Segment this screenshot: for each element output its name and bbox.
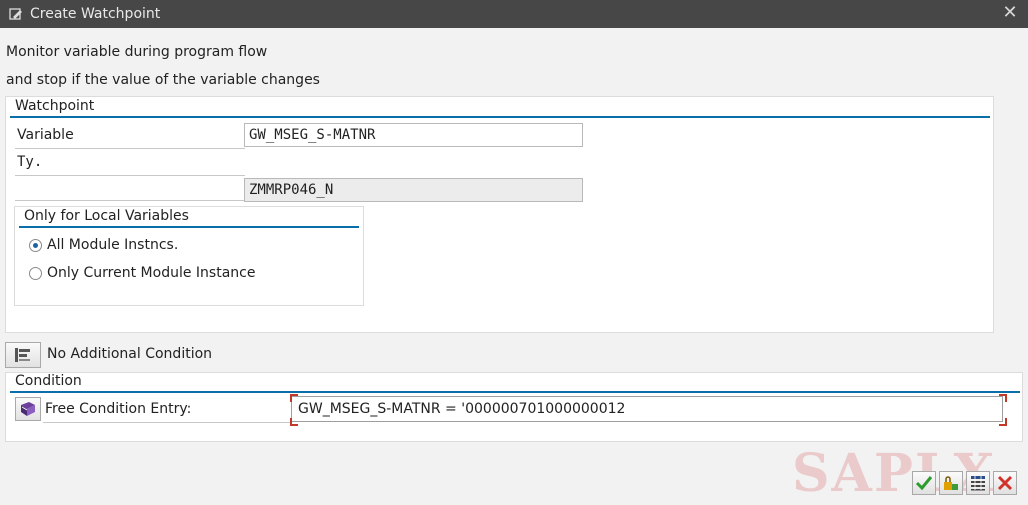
condition-group-title: Condition xyxy=(15,373,82,389)
lock-save-icon xyxy=(944,476,958,490)
input-bracket-bl xyxy=(290,418,298,426)
program-label-blank xyxy=(15,179,245,201)
condition-toggle-icon xyxy=(15,348,30,362)
watchpoint-group-underline xyxy=(10,116,990,118)
watchpoint-group: Watchpoint Variable GW_MSEG_S-MATNR Ty. … xyxy=(5,96,994,333)
free-condition-input[interactable]: GW_MSEG_S-MATNR = '000000701000000012 xyxy=(291,396,1003,422)
local-variables-group-underline xyxy=(19,226,359,228)
free-condition-label: Free Condition Entry: xyxy=(43,401,291,423)
window-title: Create Watchpoint xyxy=(30,6,161,22)
local-variables-group: Only for Local Variables All Module Inst… xyxy=(14,206,364,306)
type-label: Ty. xyxy=(15,154,245,176)
input-bracket-br xyxy=(999,418,1007,426)
cancel-x-icon xyxy=(997,475,1013,491)
cancel-button[interactable] xyxy=(993,471,1017,495)
book-icon xyxy=(21,402,35,416)
close-icon[interactable]: ✕ xyxy=(1000,3,1020,23)
confirm-button[interactable] xyxy=(912,471,936,495)
radio-current-label: Only Current Module Instance xyxy=(47,265,256,281)
radio-all-module-instances[interactable]: All Module Instncs. xyxy=(29,237,178,253)
layout-options-button[interactable] xyxy=(966,471,990,495)
radio-current-module-instance[interactable]: Only Current Module Instance xyxy=(29,265,255,281)
radio-current-indicator[interactable] xyxy=(29,266,42,280)
radio-all-indicator[interactable] xyxy=(29,238,42,252)
program-field: ZMMRP046_N xyxy=(244,178,583,202)
watchpoint-group-title: Watchpoint xyxy=(15,98,95,114)
radio-all-label: All Module Instncs. xyxy=(47,237,179,253)
watchpoint-window-icon xyxy=(8,6,24,22)
input-bracket-tr xyxy=(999,394,1007,402)
title-bar: Create Watchpoint ✕ xyxy=(0,0,1028,28)
local-variables-group-title: Only for Local Variables xyxy=(24,208,189,224)
checkmark-icon xyxy=(915,476,933,491)
free-condition-editor-button[interactable] xyxy=(15,397,41,421)
intro-line-1: Monitor variable during program flow xyxy=(6,44,268,60)
input-bracket-tl xyxy=(290,394,298,402)
additional-condition-toggle-button[interactable] xyxy=(5,342,41,368)
variable-field[interactable]: GW_MSEG_S-MATNR xyxy=(244,123,583,147)
additional-condition-label: No Additional Condition xyxy=(47,346,213,362)
condition-group-underline xyxy=(10,391,1020,393)
variable-label: Variable xyxy=(15,127,245,149)
save-watchpoint-button[interactable] xyxy=(939,471,963,495)
table-grid-icon xyxy=(971,476,985,491)
intro-line-2: and stop if the value of the variable ch… xyxy=(6,72,320,88)
